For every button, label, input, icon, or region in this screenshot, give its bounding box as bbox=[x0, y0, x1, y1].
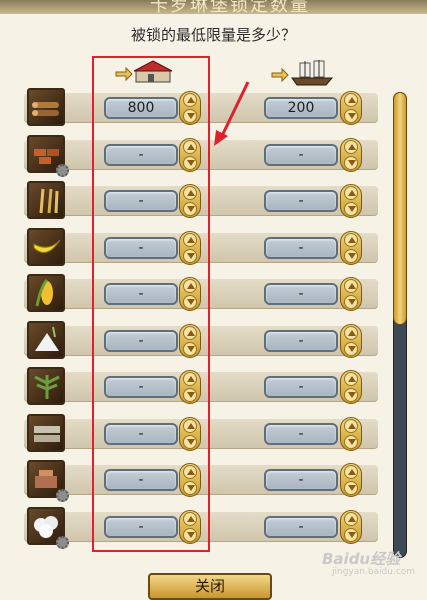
ship-stepper[interactable] bbox=[340, 370, 362, 404]
highlight-annotation bbox=[92, 56, 210, 552]
dialog-title: 卡罗琳堡锁定数量 bbox=[150, 0, 310, 14]
increase-arrow-icon[interactable] bbox=[344, 326, 358, 340]
hemp-icon bbox=[27, 367, 65, 405]
increase-arrow-icon[interactable] bbox=[344, 512, 358, 526]
ship-stepper[interactable] bbox=[340, 463, 362, 497]
ship-min-input[interactable]: - bbox=[264, 376, 338, 398]
decrease-arrow-icon[interactable] bbox=[344, 481, 358, 495]
banana-icon bbox=[27, 228, 65, 266]
decrease-arrow-icon[interactable] bbox=[344, 202, 358, 216]
increase-arrow-icon[interactable] bbox=[344, 419, 358, 433]
wood-icon bbox=[27, 88, 65, 126]
increase-arrow-icon[interactable] bbox=[344, 372, 358, 386]
flour-icon bbox=[27, 321, 65, 359]
ship-stepper[interactable] bbox=[340, 91, 362, 125]
decrease-arrow-icon[interactable] bbox=[344, 528, 358, 542]
decrease-arrow-icon[interactable] bbox=[344, 295, 358, 309]
decrease-arrow-icon[interactable] bbox=[344, 342, 358, 356]
close-button[interactable]: 关闭 bbox=[148, 573, 272, 600]
question-text: 被锁的最低限量是多少？ bbox=[130, 26, 296, 44]
gear-icon bbox=[56, 536, 69, 549]
ship-stepper[interactable] bbox=[340, 277, 362, 311]
wheat-icon bbox=[27, 181, 65, 219]
ship-min-input[interactable]: - bbox=[264, 516, 338, 538]
scrollbar-thumb[interactable] bbox=[393, 92, 407, 325]
decrease-arrow-icon[interactable] bbox=[344, 435, 358, 449]
increase-arrow-icon[interactable] bbox=[344, 93, 358, 107]
dialog-header: 卡罗琳堡锁定数量 bbox=[0, 0, 427, 14]
ship-stepper[interactable] bbox=[340, 138, 362, 172]
watermark: Baidu经验 bbox=[322, 550, 401, 568]
annotation-arrow-icon bbox=[214, 81, 250, 146]
gear-icon bbox=[56, 164, 69, 177]
ship-stepper[interactable] bbox=[340, 324, 362, 358]
increase-arrow-icon[interactable] bbox=[344, 465, 358, 479]
ship-stepper[interactable] bbox=[340, 510, 362, 544]
ship-min-input[interactable]: - bbox=[264, 423, 338, 445]
watermark-url: jingyan.baidu.com bbox=[332, 567, 416, 577]
ship-stepper[interactable] bbox=[340, 231, 362, 265]
decrease-arrow-icon[interactable] bbox=[344, 109, 358, 123]
cloth-icon bbox=[27, 414, 65, 452]
ship-icon bbox=[271, 60, 334, 86]
ship-min-input[interactable]: - bbox=[264, 144, 338, 166]
ship-min-input[interactable]: - bbox=[264, 469, 338, 491]
gear-icon bbox=[56, 489, 69, 502]
ship-min-input[interactable]: - bbox=[264, 283, 338, 305]
ship-min-input[interactable]: - bbox=[264, 237, 338, 259]
increase-arrow-icon[interactable] bbox=[344, 279, 358, 293]
decrease-arrow-icon[interactable] bbox=[344, 156, 358, 170]
increase-arrow-icon[interactable] bbox=[344, 186, 358, 200]
decrease-arrow-icon[interactable] bbox=[344, 388, 358, 402]
decrease-arrow-icon[interactable] bbox=[344, 249, 358, 263]
ship-stepper[interactable] bbox=[340, 184, 362, 218]
ship-min-input[interactable]: 200 bbox=[264, 97, 338, 119]
ship-stepper[interactable] bbox=[340, 417, 362, 451]
corn-icon bbox=[27, 274, 65, 312]
ship-min-input[interactable]: - bbox=[264, 190, 338, 212]
increase-arrow-icon[interactable] bbox=[344, 233, 358, 247]
ship-min-input[interactable]: - bbox=[264, 330, 338, 352]
increase-arrow-icon[interactable] bbox=[344, 140, 358, 154]
